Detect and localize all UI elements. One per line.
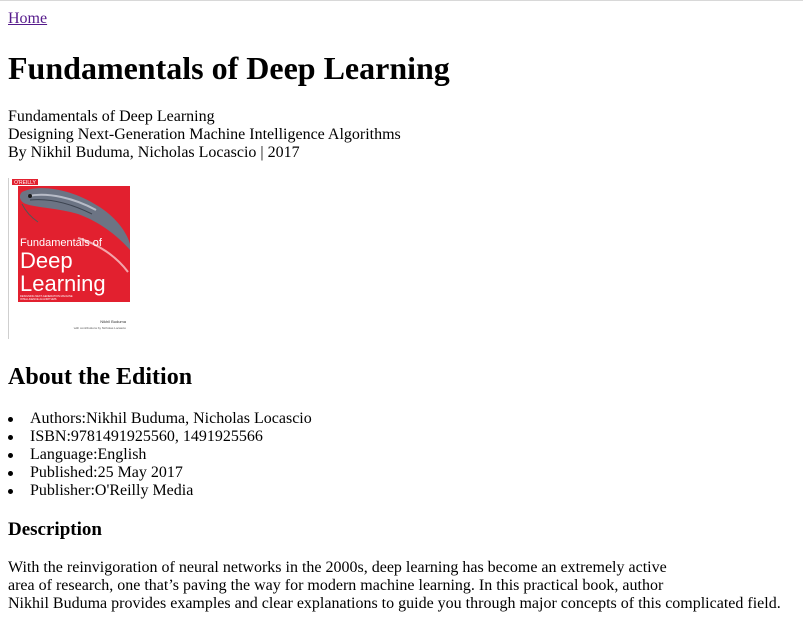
edition-details-list: Authors:Nikhil Buduma, Nicholas Locascio… xyxy=(8,410,312,500)
list-item-isbn: ISBN:9781491925560, 1491925566 xyxy=(8,428,312,446)
list-item-language: Language:English xyxy=(8,446,312,464)
detail-label: Publisher: xyxy=(30,482,95,499)
book-tagline: Designing Next-Generation Machine Intell… xyxy=(8,126,401,143)
detail-value: 9781491925560, 1491925566 xyxy=(70,428,263,445)
bullet-icon xyxy=(8,489,13,494)
detail-label: Language: xyxy=(30,446,98,463)
book-byline: By Nikhil Buduma, Nicholas Locascio | 20… xyxy=(8,144,300,161)
detail-value: Nikhil Buduma, Nicholas Locascio xyxy=(86,410,312,427)
detail-label: ISBN: xyxy=(30,428,71,445)
cover-title-line2: Deep xyxy=(20,248,73,273)
about-heading: About the Edition xyxy=(8,364,193,390)
detail-label: Published: xyxy=(30,464,98,481)
bullet-icon xyxy=(8,417,13,422)
book-meta: Fundamentals of Deep Learning Designing … xyxy=(8,108,401,162)
book-cover-image: O'REILLY Fundamentals of Deep Learning D… xyxy=(8,178,131,339)
list-item-authors: Authors:Nikhil Buduma, Nicholas Locascio xyxy=(8,410,312,428)
cover-small-text2: INTELLIGENCE ALGORITHMS xyxy=(20,297,57,301)
top-border xyxy=(0,0,803,1)
description-heading: Description xyxy=(8,519,102,540)
description-line: area of research, one that’s paving the … xyxy=(8,577,664,594)
cover-author: Nikhil Buduma xyxy=(100,319,127,324)
detail-value: O'Reilly Media xyxy=(94,482,194,499)
bullet-icon xyxy=(8,471,13,476)
detail-label: Authors: xyxy=(30,410,86,427)
detail-value: English xyxy=(97,446,147,463)
cover-contrib: with contributions by Nicholas Locascio xyxy=(74,326,127,330)
bullet-icon xyxy=(8,435,13,440)
cover-title-line3: Learning xyxy=(20,271,106,296)
cover-publisher-mark: O'REILLY xyxy=(14,180,36,186)
book-subtitle-line: Fundamentals of Deep Learning xyxy=(8,108,215,125)
list-item-published: Published:25 May 2017 xyxy=(8,464,312,482)
list-item-publisher: Publisher:O'Reilly Media xyxy=(8,482,312,500)
page-title: Fundamentals of Deep Learning xyxy=(8,50,450,86)
detail-value: 25 May 2017 xyxy=(97,464,183,481)
bullet-icon xyxy=(8,453,13,458)
description-line: Nikhil Buduma provides examples and clea… xyxy=(8,595,781,612)
home-link[interactable]: Home xyxy=(8,9,47,28)
description-text: With the reinvigoration of neural networ… xyxy=(8,559,781,613)
description-line: With the reinvigoration of neural networ… xyxy=(8,559,667,576)
